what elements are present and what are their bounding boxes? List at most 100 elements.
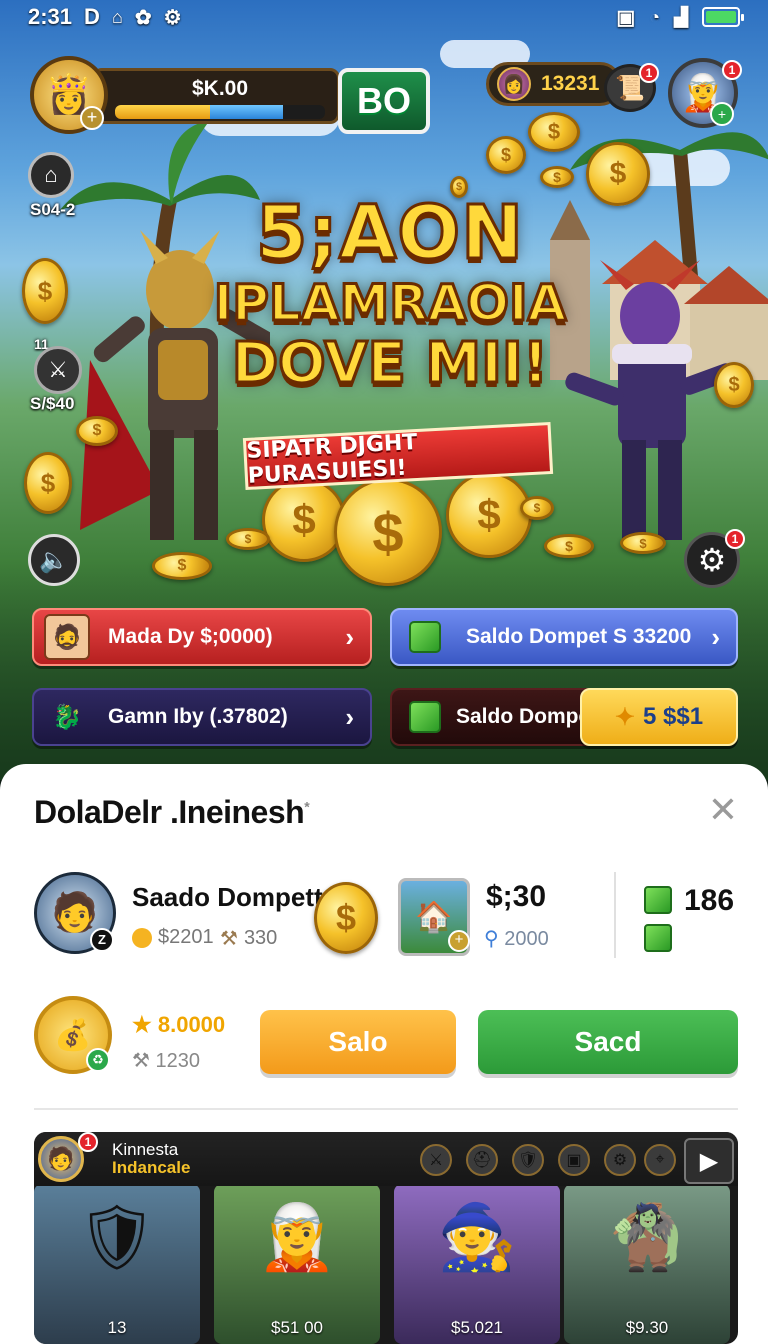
sacd-button[interactable]: Sacd: [478, 1010, 738, 1074]
player-panel[interactable]: $K.00 👸 +: [30, 56, 340, 134]
wifi-icon: ◔: [649, 6, 661, 27]
mada-day-button[interactable]: 🧔 Mada Dy $;0000) ›: [32, 608, 372, 666]
shield-icon[interactable]: 🛡: [512, 1144, 544, 1176]
chest-icon[interactable]: ▣: [558, 1144, 590, 1176]
mail-notification-badge: 1: [639, 63, 659, 83]
card-caption: $9.30: [625, 1318, 669, 1337]
settings-button[interactable]: ⚙ 1: [684, 529, 745, 588]
chevron-right-icon: ›: [711, 621, 720, 652]
player-money-bar: $K.00: [92, 68, 340, 124]
battery-icon: [702, 7, 744, 27]
player-money: $K.00: [191, 77, 249, 100]
plus-icon[interactable]: +: [80, 106, 104, 130]
buy-gold-button[interactable]: ✦ 5 $$1: [580, 688, 738, 746]
exchange-row: 💰 ♻ ★ 8.0000 ⚒ 1230 Salo Sacd: [34, 996, 738, 1082]
profile-other-value: 330: [243, 927, 278, 949]
gallery-notification-badge: 1: [78, 1132, 98, 1152]
gear-icon[interactable]: ⚙: [604, 1144, 636, 1176]
mail-button[interactable]: 📜 1: [604, 63, 659, 112]
hero-card[interactable]: 🧙 $5.021: [394, 1184, 560, 1344]
top-badge[interactable]: BO: [338, 68, 430, 134]
currency-pill[interactable]: 👩 13231: [486, 62, 622, 106]
coin-pile: $: [262, 478, 346, 562]
profile-name: Saado Dompett: [132, 882, 323, 912]
link-icon: ⚲: [484, 928, 499, 950]
coin: $: [714, 362, 754, 408]
coin: $: [586, 142, 650, 206]
saldo-dompet-top-label: Saldo Dompet S 33200: [466, 625, 692, 648]
headline-line-3: DOVE MII!: [230, 331, 550, 396]
bottom-sheet: DolaDelr .Ineinesh* ✕ 🧑 Z Saado Dompett …: [0, 764, 768, 1344]
quest-button[interactable]: ⚔: [34, 346, 82, 394]
home-icon: ⌂: [44, 162, 58, 187]
sparkle-icon: ✦: [614, 703, 636, 731]
beast-icon: 🐉: [52, 703, 82, 731]
hero-card[interactable]: 🧝 $51 00: [214, 1184, 380, 1344]
recycle-icon: ♻: [86, 1048, 110, 1072]
divider: [614, 872, 616, 958]
green-gem-icon: [644, 886, 672, 914]
play-icon[interactable]: ▶: [684, 1138, 734, 1184]
settings-icon: ✿: [134, 6, 152, 29]
big-coin-icon: $: [314, 882, 378, 954]
speaker-icon: 🔈: [39, 546, 69, 574]
hammer-icon: ⚒: [132, 1050, 150, 1072]
star-icon: ★: [132, 1012, 152, 1037]
close-icon[interactable]: ✕: [706, 792, 740, 828]
home-button[interactable]: ⌂: [28, 152, 74, 198]
map-icon[interactable]: ⌖: [644, 1144, 676, 1176]
status-bar: 2:31 D ⌂ ✿ ⚙ ▣ ◔ ▟: [0, 0, 768, 34]
card-caption: $5.021: [451, 1318, 503, 1337]
plus-icon[interactable]: +: [448, 930, 470, 952]
card-caption: 13: [107, 1318, 127, 1337]
divider: [34, 1108, 738, 1110]
promo-headline: 5;AON IPLAMRAOIA DOVE MII!: [190, 195, 590, 396]
quest-label: S/$40: [30, 394, 75, 413]
green-gem-icon: [644, 924, 672, 952]
xp-bar-blue: [209, 105, 283, 119]
z-badge: Z: [90, 928, 114, 952]
gamn-iby-button[interactable]: 🐉 Gamn Iby (.37802) ›: [32, 688, 372, 746]
coin: $: [22, 258, 68, 324]
ground-shade: [0, 560, 768, 780]
sheet-title-mark: *: [304, 798, 310, 815]
buy-gold-label: 5 $$1: [643, 703, 704, 730]
star-value: ★ 8.0000: [132, 1012, 225, 1038]
gallery-title: Kinnesta: [112, 1140, 179, 1159]
coin: $: [152, 552, 212, 580]
notification-icon: ⌂: [111, 6, 123, 27]
vibrate-icon: ▣: [616, 6, 636, 29]
coin-pile: $: [520, 496, 554, 520]
hero-avatar-button[interactable]: 🧝 1 +: [668, 58, 742, 128]
sheet-title: DolaDelr .Ineinesh*: [34, 794, 310, 831]
coin: $: [540, 166, 574, 188]
sword-icon: ⚔: [48, 357, 68, 382]
warrior-figure: 🧌: [607, 1201, 687, 1273]
hero-notification-badge: 1: [722, 60, 742, 80]
green-gem-icon: [402, 614, 448, 660]
saldo-dompet-top-button[interactable]: Saldo Dompet S 33200 ›: [390, 608, 738, 666]
settings-notification-badge: 1: [725, 529, 745, 549]
gem-count: 186: [684, 884, 735, 917]
coin-pile: $: [446, 472, 532, 558]
wallet-stats-row: 🧑 Z Saado Dompett $2201 ⚒ 330 $ 🏠 + $;30…: [34, 872, 738, 962]
coin-icon: [132, 927, 152, 948]
home-label: S04-2: [30, 200, 76, 219]
xp-bar: [115, 105, 325, 119]
warrior-figure: 🧙: [437, 1201, 517, 1273]
salo-button[interactable]: Salo: [260, 1010, 456, 1074]
gallery-header: 🧑 1 Kinnesta Indancale ⚔ ⛑ 🛡 ▣ ⚙ ⌖ ▶: [34, 1132, 738, 1186]
sword-icon[interactable]: ⚔: [420, 1144, 452, 1176]
profile-coins-value: $2201: [158, 926, 214, 948]
coin: $: [528, 112, 580, 152]
currency-value: 13231: [541, 72, 600, 95]
helmet-icon[interactable]: ⛑: [466, 1144, 498, 1176]
small-value-text: 1230: [155, 1050, 201, 1072]
profile-coins: $2201: [132, 926, 214, 949]
gear-icon: ⚙: [697, 542, 727, 578]
saldo-dompet-bottom-label: Saldo Dompet: [456, 705, 598, 728]
chevron-right-icon: ›: [345, 621, 354, 652]
sound-toggle-button[interactable]: 🔈: [28, 534, 80, 586]
hero-card[interactable]: 🧌 $9.30: [564, 1184, 730, 1344]
hero-card[interactable]: 🛡 13: [34, 1184, 200, 1344]
